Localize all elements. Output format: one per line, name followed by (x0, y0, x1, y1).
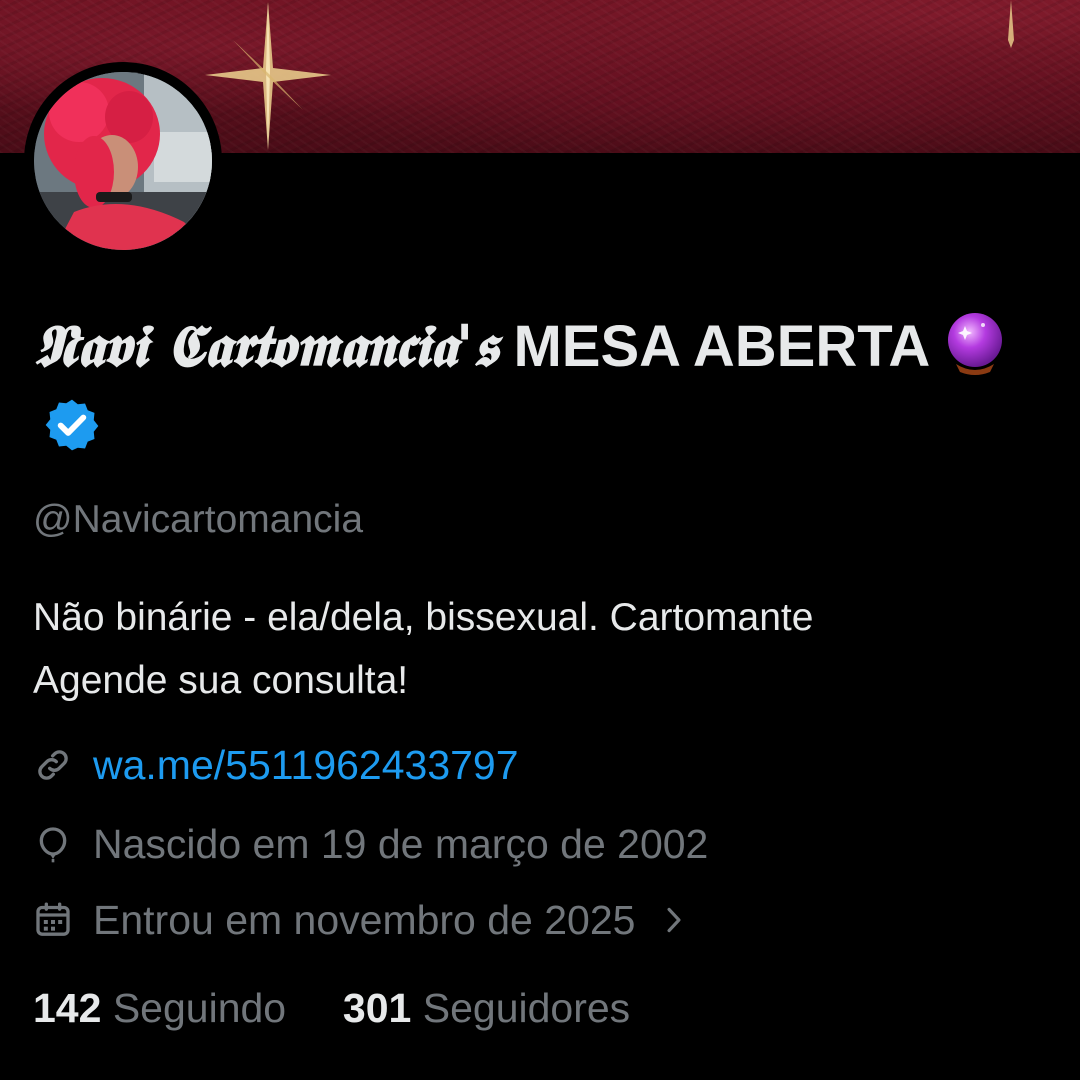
display-name: 𝕹𝖆𝖛𝖎 𝕮𝖆𝖗𝖙𝖔𝖒𝖆𝖓𝖈𝖎𝖆'𝖘 MESA ABERTA (33, 306, 1023, 467)
calendar-icon (36, 902, 70, 936)
followers-count: 301 (342, 985, 412, 1031)
display-name-plain: MESA ABERTA (513, 314, 929, 379)
joined-row[interactable]: Entrou em novembro de 2025 (33, 893, 691, 947)
birthday-row: Nascido em 19 de março de 2002 (33, 817, 708, 871)
followers-label: Seguidores (422, 985, 631, 1031)
following-link[interactable]: 142 Seguindo (33, 985, 298, 1031)
avatar-ring (24, 62, 222, 260)
bio: Não binárie - ela/dela, bissexual. Carto… (33, 586, 1043, 712)
following-label: Seguindo (112, 985, 287, 1031)
handle: @Navicartomancia (33, 498, 364, 541)
joined-text: Entrou em novembro de 2025 (93, 896, 636, 943)
avatar[interactable] (34, 72, 212, 250)
website-link[interactable]: wa.me/5511962433797 (93, 742, 519, 789)
crystal-ball-icon (948, 312, 1003, 375)
chevron-right-icon (667, 907, 681, 933)
banner-star-icon (1008, 0, 1014, 48)
following-count: 142 (33, 985, 102, 1031)
verified-badge-icon[interactable] (43, 396, 101, 454)
avatar-photo (34, 72, 212, 250)
bio-line: Não binárie - ela/dela, bissexual. Carto… (33, 596, 814, 639)
display-name-stylized: 𝕹𝖆𝖛𝖎 𝕮𝖆𝖗𝖙𝖔𝖒𝖆𝖓𝖈𝖎𝖆'𝖘 (33, 312, 498, 380)
website-row: wa.me/5511962433797 (33, 738, 519, 792)
balloon-icon (39, 827, 67, 863)
followers-link[interactable]: 301 Seguidores (343, 985, 630, 1031)
follow-stats: 142 Seguindo 301 Seguidores (33, 985, 630, 1032)
birthday-text: Nascido em 19 de março de 2002 (93, 820, 709, 867)
bio-line: Agende sua consulta! (33, 659, 409, 702)
profile-page: 𝕹𝖆𝖛𝖎 𝕮𝖆𝖗𝖙𝖔𝖒𝖆𝖓𝖈𝖎𝖆'𝖘 MESA ABERTA @Navicart… (0, 0, 1080, 1080)
link-icon (38, 750, 68, 780)
banner-star-icon (205, 2, 331, 150)
